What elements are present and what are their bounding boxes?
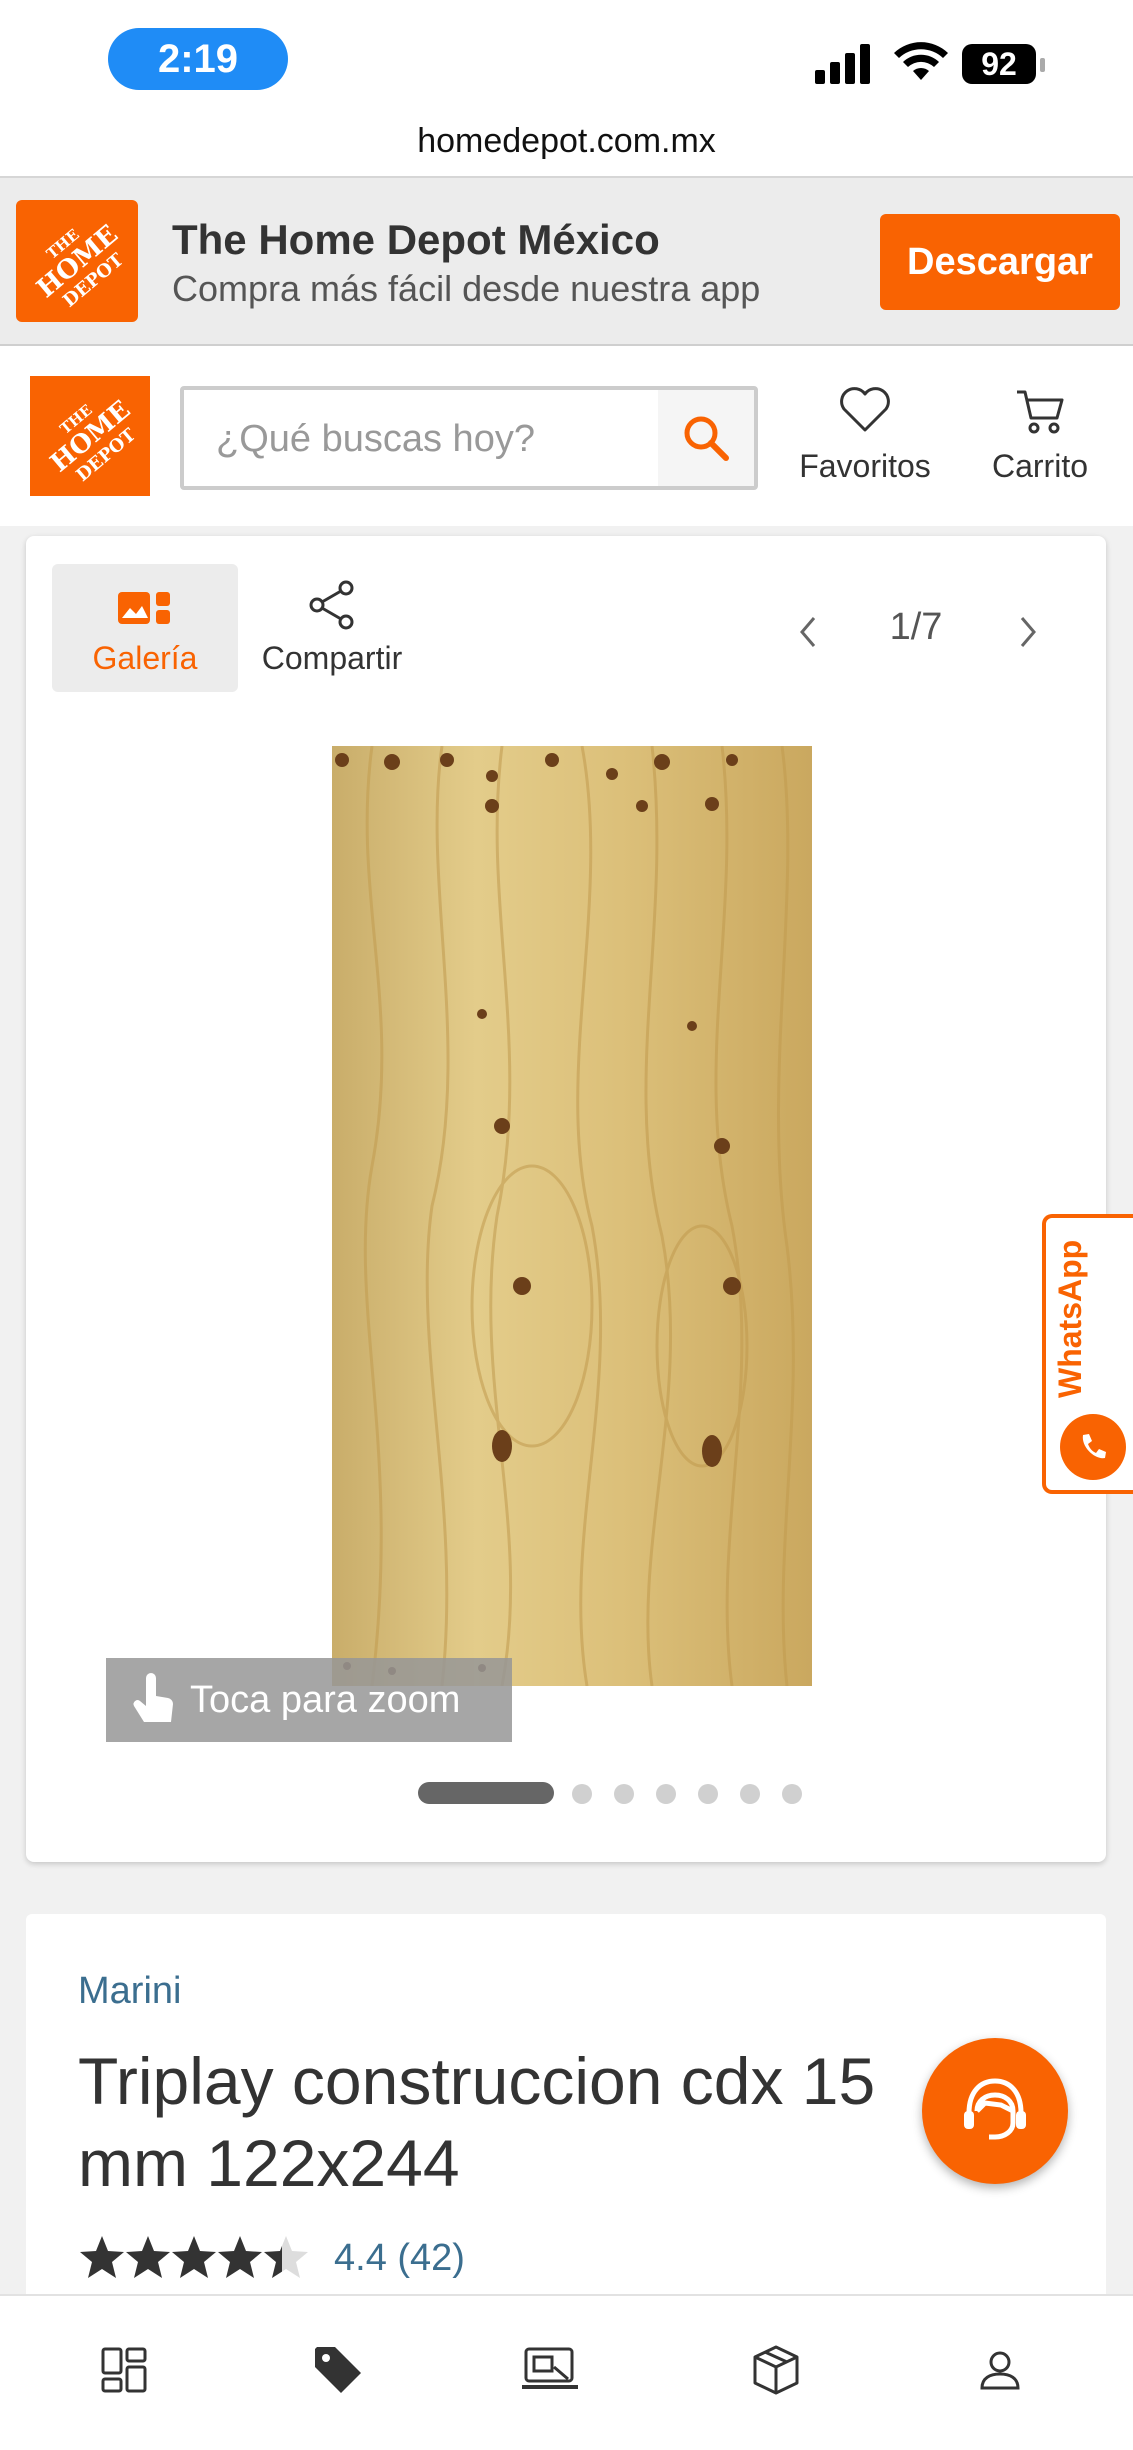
- wifi-icon: [894, 42, 948, 80]
- whatsapp-label: WhatsApp: [1052, 1239, 1088, 1398]
- favorites-button[interactable]: Favoritos: [790, 386, 940, 485]
- customer-support-button[interactable]: [922, 2038, 1068, 2184]
- search-icon: [684, 416, 729, 461]
- gallery-dot-3[interactable]: [614, 1784, 634, 1804]
- search-placeholder: ¿Qué buscas hoy?: [216, 418, 535, 460]
- gallery-dot-1[interactable]: [418, 1782, 554, 1804]
- tab-share-label: Compartir: [261, 640, 403, 676]
- chevron-right-icon[interactable]: [1016, 614, 1040, 650]
- battery-nub: [1040, 58, 1045, 72]
- deals-tag-icon: [315, 2347, 361, 2393]
- tab-share[interactable]: Compartir: [252, 564, 412, 692]
- tap-hand-icon: [133, 1673, 174, 1722]
- rating-text: 4.4 (42): [334, 2236, 465, 2279]
- home-depot-logo: THE HOME DEPOT: [16, 200, 138, 322]
- product-image[interactable]: [332, 746, 812, 1686]
- search-input[interactable]: ¿Qué buscas hoy?: [180, 386, 758, 490]
- tab-gallery-label: Galería: [92, 640, 198, 676]
- headset-agent-icon: [964, 2078, 1026, 2140]
- nav-departments[interactable]: [94, 2340, 154, 2400]
- gallery-dot-6[interactable]: [740, 1784, 760, 1804]
- share-icon: [309, 580, 354, 630]
- gallery-icon: [118, 592, 170, 624]
- app-install-banner: THE HOME DEPOT The Home Depot México Com…: [0, 178, 1133, 346]
- search-button[interactable]: [658, 390, 754, 486]
- star-rating-icon: [80, 2236, 308, 2278]
- chevron-left-icon[interactable]: [796, 614, 820, 650]
- product-title: Triplay construccion cdx 15 mm 122x244: [78, 2044, 876, 2200]
- home-depot-logo[interactable]: THE HOME DEPOT: [30, 376, 150, 496]
- gallery-dot-5[interactable]: [698, 1784, 718, 1804]
- cart-label: Carrito: [991, 448, 1088, 484]
- app-banner-subtitle: Compra más fácil desde nuestra app: [172, 268, 761, 309]
- zoom-hint-text: Toca para zoom: [190, 1678, 461, 1721]
- download-app-button[interactable]: Descargar: [880, 214, 1120, 310]
- package-icon: [753, 2345, 799, 2395]
- app-banner-title: The Home Depot México: [172, 216, 660, 263]
- bottom-navigation: [0, 2294, 1133, 2450]
- gallery-dot-4[interactable]: [656, 1784, 676, 1804]
- tab-gallery[interactable]: Galería: [52, 564, 238, 692]
- nav-deals[interactable]: [308, 2340, 368, 2400]
- product-rating[interactable]: 4.4 (42): [78, 2230, 465, 2286]
- heart-icon: [840, 387, 890, 432]
- site-header: THE HOME DEPOT ¿Qué buscas hoy? Favorito…: [0, 346, 1133, 526]
- cart-button[interactable]: Carrito: [970, 386, 1110, 485]
- tap-to-zoom-hint: Toca para zoom: [106, 1658, 512, 1742]
- gallery-dot-7[interactable]: [782, 1784, 802, 1804]
- nav-account[interactable]: [970, 2340, 1030, 2400]
- product-gallery: Galería Compartir 1/7 Toca para zoom: [26, 536, 1106, 1862]
- cart-icon: [1017, 390, 1064, 434]
- product-brand[interactable]: Marini: [78, 1970, 181, 2013]
- delivery-icon: [522, 2347, 578, 2389]
- gallery-pager: 1/7: [766, 602, 1066, 662]
- whatsapp-tab[interactable]: WhatsApp: [1042, 1214, 1133, 1494]
- account-icon: [980, 2351, 1020, 2390]
- status-bar: 2:19 92: [0, 0, 1133, 118]
- gallery-counter: 1/7: [889, 606, 943, 648]
- whatsapp-phone-icon: [1060, 1414, 1126, 1480]
- favorites-label: Favoritos: [799, 448, 931, 484]
- battery-indicator: 92: [962, 44, 1036, 84]
- url-text: homedepot.com.mx: [417, 122, 716, 160]
- status-time: 2:19: [108, 28, 288, 90]
- nav-delivery[interactable]: [520, 2340, 580, 2400]
- browser-url-bar[interactable]: homedepot.com.mx: [0, 118, 1133, 178]
- nav-orders[interactable]: [746, 2340, 806, 2400]
- cellular-signal-icon: [815, 42, 875, 84]
- departments-icon: [101, 2347, 147, 2393]
- gallery-dot-2[interactable]: [572, 1784, 592, 1804]
